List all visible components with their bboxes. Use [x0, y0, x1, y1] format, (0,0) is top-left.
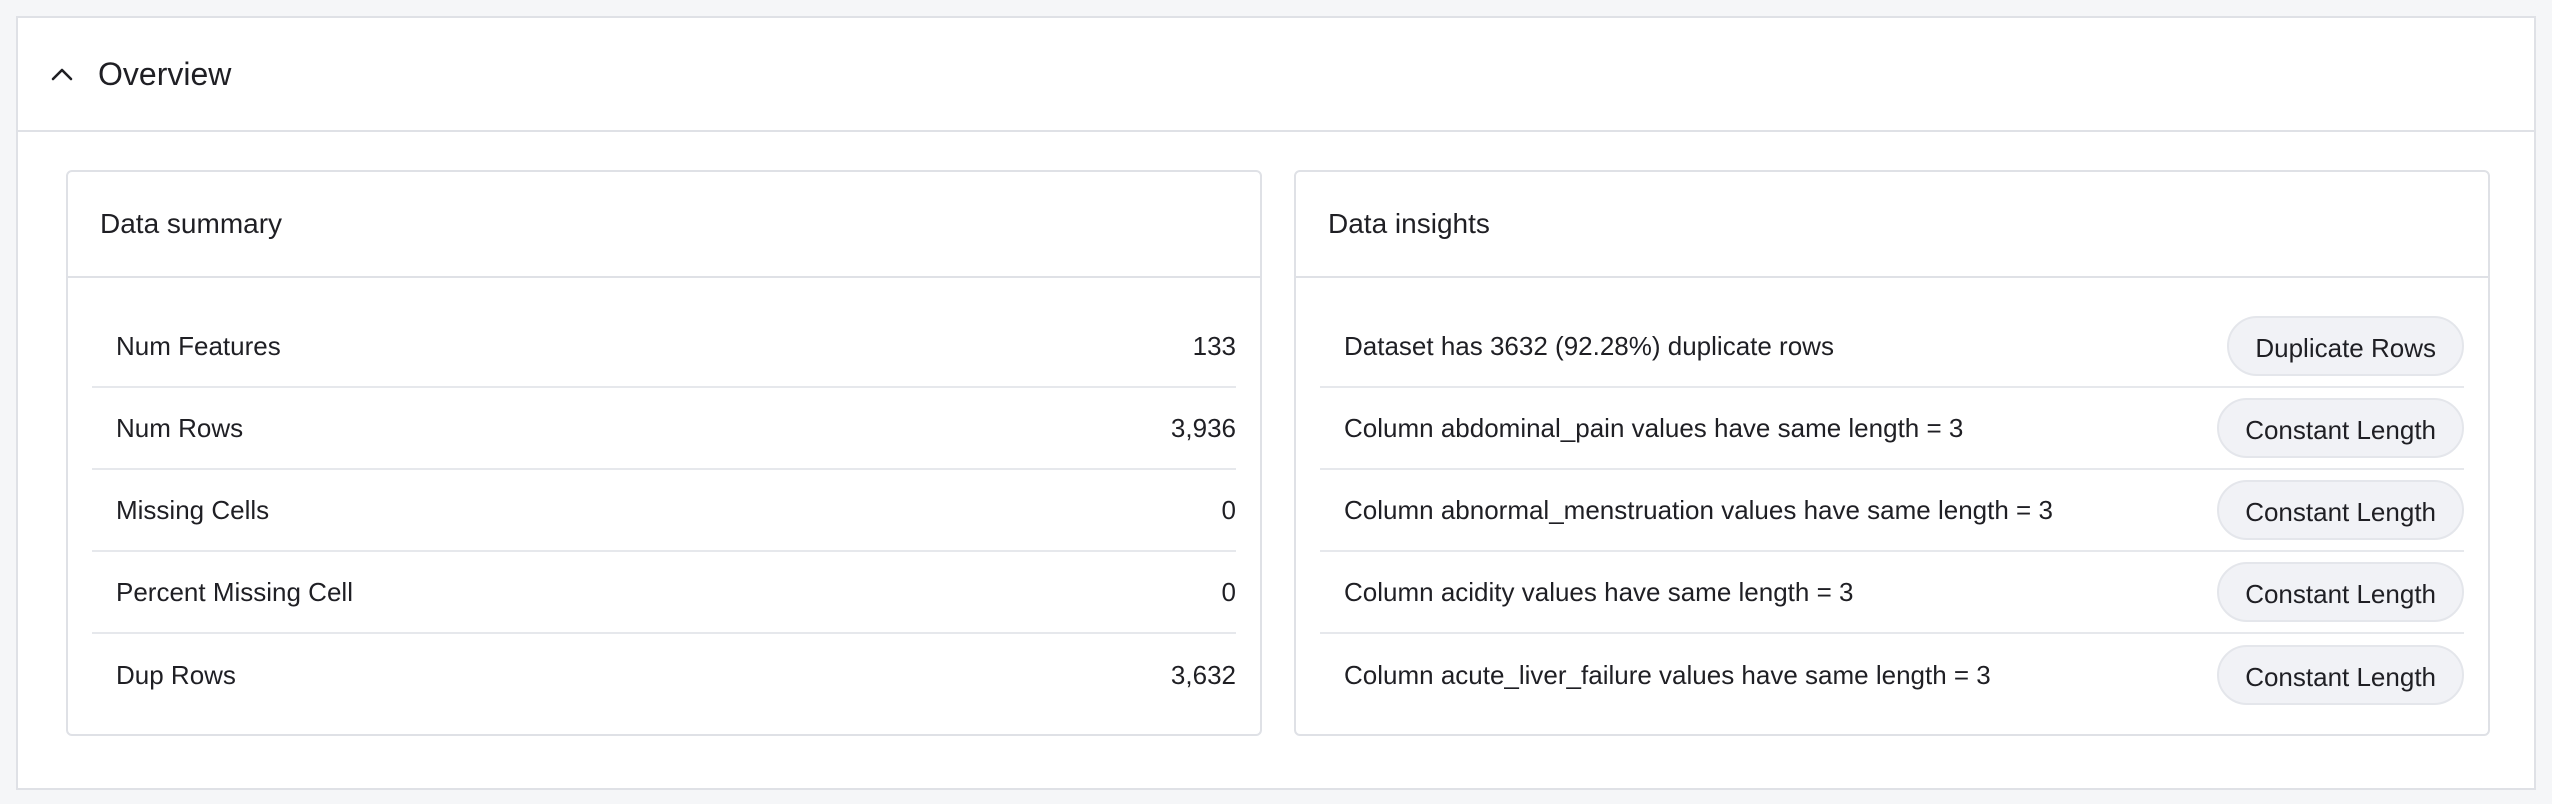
summary-row: Num Rows 3,936 — [92, 388, 1236, 470]
overview-title: Overview — [98, 56, 232, 92]
insight-text: Column acidity values have same length =… — [1344, 576, 1854, 607]
summary-row-value: 133 — [1192, 330, 1236, 361]
insight-tag[interactable]: Duplicate Rows — [2227, 316, 2464, 376]
insight-text: Dataset has 3632 (92.28%) duplicate rows — [1344, 330, 1834, 361]
insight-row: Column acute_liver_failure values have s… — [1320, 634, 2464, 716]
insight-row: Column abnormal_menstruation values have… — [1320, 470, 2464, 552]
data-summary-card: Data summary Num Features 133 Num Rows 3… — [66, 170, 1262, 736]
insight-row: Column abdominal_pain values have same l… — [1320, 388, 2464, 470]
insight-tag[interactable]: Constant Length — [2217, 562, 2464, 622]
data-insights-card: Data insights Dataset has 3632 (92.28%) … — [1294, 170, 2490, 736]
insight-tag[interactable]: Constant Length — [2217, 398, 2464, 458]
overview-header[interactable]: Overview — [18, 18, 2534, 132]
chevron-up-icon[interactable] — [46, 58, 78, 90]
summary-row: Num Features 133 — [92, 306, 1236, 388]
summary-row-value: 0 — [1221, 576, 1236, 607]
summary-row-value: 0 — [1221, 494, 1236, 525]
summary-row-label: Missing Cells — [116, 494, 270, 525]
summary-row-label: Percent Missing Cell — [116, 576, 353, 607]
insight-tag[interactable]: Constant Length — [2217, 645, 2464, 705]
summary-row-label: Dup Rows — [116, 659, 236, 690]
data-summary-list: Num Features 133 Num Rows 3,936 Missing … — [92, 306, 1236, 716]
summary-row: Percent Missing Cell 0 — [92, 552, 1236, 634]
insight-text: Column abnormal_menstruation values have… — [1344, 494, 2053, 525]
overview-panel: Overview Data summary Num Features 133 N… — [16, 16, 2536, 790]
summary-row-value: 3,632 — [1170, 659, 1236, 690]
insight-text: Column acute_liver_failure values have s… — [1344, 659, 1991, 690]
insight-row: Dataset has 3632 (92.28%) duplicate rows… — [1320, 306, 2464, 388]
summary-row-label: Num Features — [116, 330, 281, 361]
insight-tag[interactable]: Constant Length — [2217, 480, 2464, 540]
insight-text: Column abdominal_pain values have same l… — [1344, 412, 1964, 443]
data-insights-title: Data insights — [1296, 172, 2488, 278]
summary-row-value: 3,936 — [1170, 412, 1236, 443]
summary-row-label: Num Rows — [116, 412, 244, 443]
data-insights-list: Dataset has 3632 (92.28%) duplicate rows… — [1320, 306, 2464, 716]
summary-row: Dup Rows 3,632 — [92, 634, 1236, 716]
data-summary-title: Data summary — [68, 172, 1260, 278]
insight-row: Column acidity values have same length =… — [1320, 552, 2464, 634]
summary-row: Missing Cells 0 — [92, 470, 1236, 552]
